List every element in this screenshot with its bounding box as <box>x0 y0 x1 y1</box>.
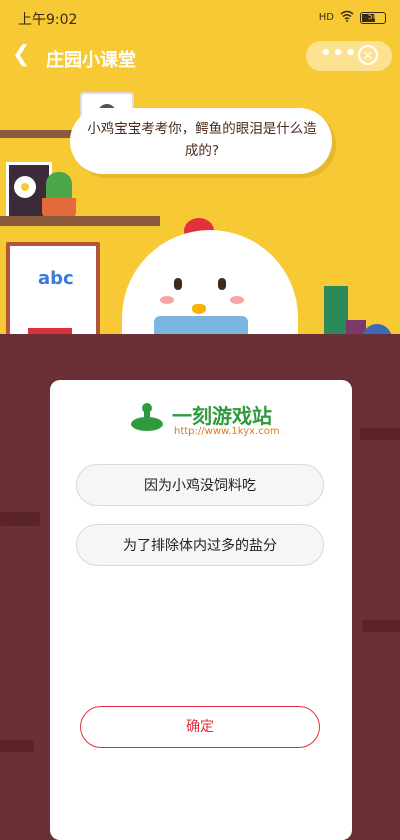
battery-percent: 56 <box>367 11 379 21</box>
option-button-1[interactable]: 因为小鸡没饲料吃 <box>76 464 324 506</box>
wall-brick <box>0 512 40 526</box>
chicken-right-eye <box>218 278 226 290</box>
status-time: 上午9:02 <box>18 12 78 28</box>
confirm-button[interactable]: 确定 <box>80 706 320 748</box>
close-circle-icon[interactable]: ✕ <box>358 45 378 65</box>
signal-icon: HD <box>318 12 334 23</box>
alphabet-board: abc <box>6 242 100 334</box>
board-letters: abc <box>38 268 74 289</box>
status-icons: HD 56 <box>319 10 386 25</box>
back-icon[interactable]: ❮ <box>12 42 30 67</box>
red-cup <box>28 328 72 334</box>
chicken-right-cheek <box>230 296 244 304</box>
chicken-left-eye <box>174 278 182 290</box>
chicken-beak <box>192 304 206 314</box>
logo-joystick-icon <box>131 403 163 431</box>
question-bubble: 小鸡宝宝考考你，鳄鱼的眼泪是什么造成的? <box>70 108 332 174</box>
mini-program-capsule: ••• ✕ <box>306 41 392 71</box>
cactus-illustration <box>46 172 72 200</box>
answer-card: 一刻游戏站 http://www.1kyx.com 因为小鸡没饲料吃 为了排除体… <box>50 380 352 840</box>
logo-text: 一刻游戏站 <box>172 404 272 428</box>
battery-icon: 56 <box>360 11 386 24</box>
page-title: 庄园小课堂 <box>46 50 136 71</box>
question-text: 小鸡宝宝考考你，鳄鱼的眼泪是什么造成的? <box>87 121 317 159</box>
wall-brick <box>362 620 400 632</box>
option-button-2[interactable]: 为了排除体内过多的盐分 <box>76 524 324 566</box>
wall-brick <box>360 428 400 440</box>
logo-url: http://www.1kyx.com <box>174 426 280 437</box>
status-bar: 上午9:02 HD 56 <box>0 0 400 34</box>
wall-brick <box>0 740 34 752</box>
chicken-left-cheek <box>160 296 174 304</box>
cactus-pot <box>42 198 76 218</box>
more-dots-icon[interactable]: ••• <box>320 43 358 64</box>
green-book <box>324 286 348 334</box>
open-book <box>154 316 248 334</box>
flower-illustration <box>14 176 36 198</box>
lesson-scene: abc <box>0 34 400 334</box>
wifi-icon <box>340 10 354 25</box>
middle-shelf <box>0 216 160 226</box>
